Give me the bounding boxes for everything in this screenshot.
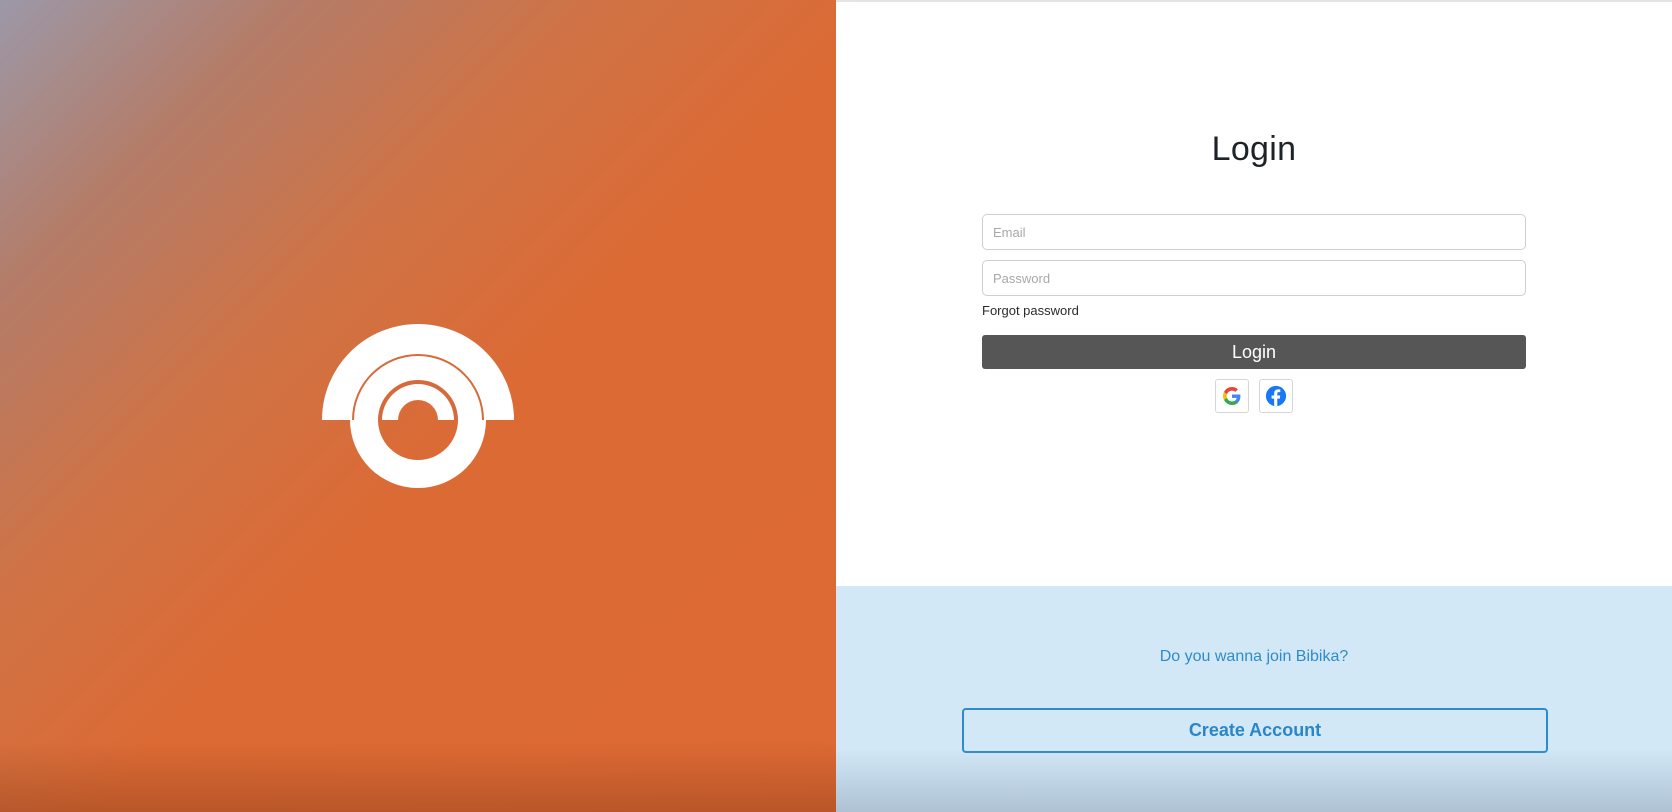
page-title: Login [1211, 130, 1297, 168]
signup-section: Do you wanna join Bibika? Create Account [836, 586, 1672, 812]
create-account-button[interactable]: Create Account [962, 708, 1548, 753]
panel-bottom-shade [0, 742, 836, 812]
brand-panel [0, 0, 836, 812]
login-form: Login Forgot password Login [836, 2, 1672, 586]
auth-panel: Login Forgot password Login [836, 0, 1672, 812]
join-prompt: Do you wanna join Bibika? [1159, 648, 1349, 665]
email-field[interactable] [982, 214, 1526, 250]
forgot-password-link[interactable]: Forgot password [982, 303, 1079, 318]
login-button[interactable]: Login [982, 335, 1526, 369]
password-field[interactable] [982, 260, 1526, 296]
login-page: Login Forgot password Login [0, 0, 1672, 812]
google-login-button[interactable] [1215, 379, 1249, 413]
facebook-icon [1265, 385, 1287, 407]
bibika-logo-icon [322, 324, 514, 488]
google-icon [1223, 387, 1241, 405]
facebook-login-button[interactable] [1259, 379, 1293, 413]
section-bottom-shade [836, 748, 1672, 812]
